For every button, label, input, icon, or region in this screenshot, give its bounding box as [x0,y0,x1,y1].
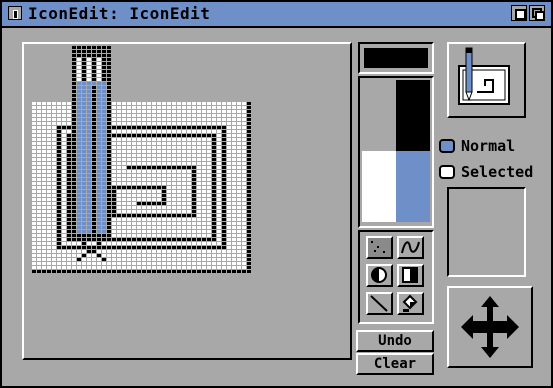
freehand-icon [401,241,420,254]
normal-label: Normal [461,137,516,155]
close-gadget-icon[interactable] [8,6,22,20]
normal-radio[interactable] [439,139,455,153]
undo-button[interactable]: Undo [356,330,434,352]
depth-gadget-icon[interactable] [529,5,545,21]
dot-icon [371,241,385,253]
window-title: IconEdit: IconEdit [28,4,211,23]
current-color-swatch [364,48,428,68]
selected-radio[interactable] [439,165,455,179]
selected-label: Selected [461,163,534,181]
palette-color-grey[interactable] [362,80,396,151]
circle-icon [371,267,387,283]
palette-color-white[interactable] [362,151,396,222]
zoom-gadget-icon[interactable] [511,5,527,21]
color-palette [358,76,434,228]
palette-color-black[interactable] [396,80,430,151]
selected-image-preview [447,187,526,277]
fill-tool-button[interactable] [397,292,424,315]
line-icon [370,295,388,312]
icon-preview-image [458,47,510,105]
rectangle-tool-button[interactable] [397,264,424,287]
tool-palette [358,230,434,324]
line-tool-button[interactable] [366,292,393,315]
icon-pixel-grid[interactable] [24,44,350,358]
fill-icon [402,294,418,312]
rectangle-icon [402,267,418,283]
drawing-canvas[interactable] [22,42,352,360]
title-bar[interactable]: IconEdit: IconEdit [2,2,551,28]
freehand-tool-button[interactable] [397,236,424,259]
iconedit-window: IconEdit: IconEdit Undo Clear Normal Sel… [0,0,553,388]
clear-button[interactable]: Clear [356,353,434,375]
scroll-arrows[interactable] [447,286,533,368]
circle-tool-button[interactable] [366,264,393,287]
move-arrows-icon [461,296,519,358]
icon-preview [447,42,526,118]
current-color-display [358,42,434,74]
palette-color-blue[interactable] [396,151,430,222]
dot-tool-button[interactable] [366,236,393,259]
